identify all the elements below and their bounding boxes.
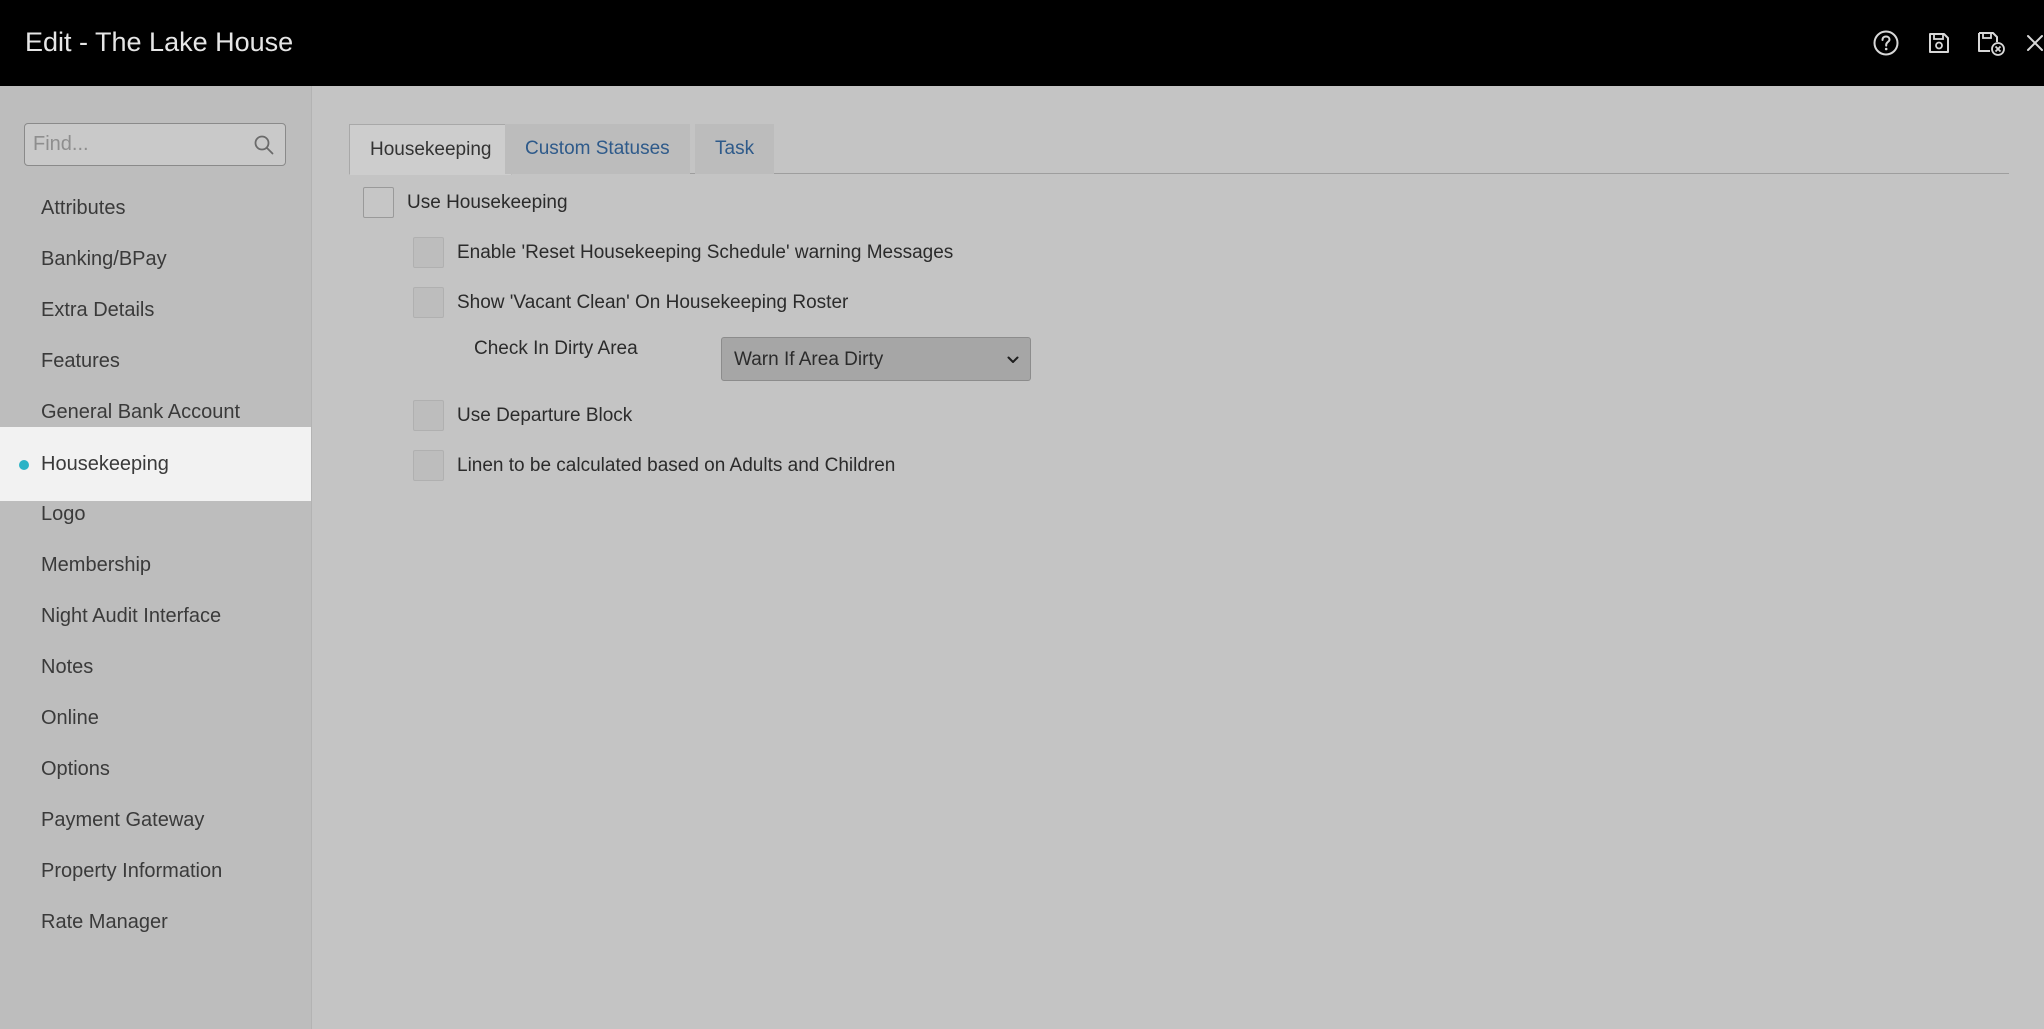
find-box: [24, 123, 286, 166]
enable-reset-warning-row: Enable 'Reset Housekeeping Schedule' war…: [413, 237, 953, 268]
check-in-dirty-area-select[interactable]: Warn If Area Dirty: [721, 337, 1031, 381]
sidebar-item-options[interactable]: Options: [0, 744, 311, 795]
tab-custom-statuses[interactable]: Custom Statuses: [505, 124, 690, 174]
active-indicator-dot: [19, 460, 29, 470]
show-vacant-clean-checkbox[interactable]: [413, 287, 444, 318]
linen-calculation-checkbox[interactable]: [413, 450, 444, 481]
close-icon[interactable]: [2009, 17, 2044, 69]
main-panel: Housekeeping Custom Statuses Task Use Ho…: [313, 86, 2044, 1029]
enable-reset-warning-checkbox[interactable]: [413, 237, 444, 268]
linen-calculation-row: Linen to be calculated based on Adults a…: [413, 450, 895, 481]
check-in-dirty-area-value: Warn If Area Dirty: [734, 349, 884, 370]
use-departure-block-checkbox[interactable]: [413, 400, 444, 431]
use-housekeeping-row: Use Housekeeping: [363, 187, 568, 218]
tab-task[interactable]: Task: [695, 124, 775, 174]
use-departure-block-row: Use Departure Block: [413, 400, 632, 431]
sidebar-item-extra-details[interactable]: Extra Details: [0, 285, 311, 336]
use-housekeeping-label: Use Housekeeping: [407, 191, 568, 213]
use-housekeeping-checkbox[interactable]: [363, 187, 394, 218]
show-vacant-clean-row: Show 'Vacant Clean' On Housekeeping Rost…: [413, 287, 848, 318]
show-vacant-clean-label: Show 'Vacant Clean' On Housekeeping Rost…: [457, 291, 849, 313]
enable-reset-warning-label: Enable 'Reset Housekeeping Schedule' war…: [457, 241, 954, 263]
sidebar-list: Attributes Banking/BPay Extra Details Fe…: [0, 183, 311, 948]
sidebar-item-notes[interactable]: Notes: [0, 642, 311, 693]
linen-calculation-label: Linen to be calculated based on Adults a…: [457, 454, 896, 476]
sidebar-item-features[interactable]: Features: [0, 336, 311, 387]
find-input[interactable]: [25, 124, 245, 165]
sidebar-item-banking-bpay[interactable]: Banking/BPay: [0, 234, 311, 285]
tab-housekeeping[interactable]: Housekeeping: [349, 124, 513, 175]
check-in-dirty-area-label: Check In Dirty Area: [474, 338, 638, 359]
sidebar-item-night-audit-interface[interactable]: Night Audit Interface: [0, 591, 311, 642]
use-departure-block-label: Use Departure Block: [457, 404, 633, 426]
sidebar-item-label: Housekeeping: [41, 453, 169, 475]
tab-bar: Housekeeping Custom Statuses Task: [349, 124, 2009, 175]
sidebar-item-property-information[interactable]: Property Information: [0, 846, 311, 897]
sidebar-item-payment-gateway[interactable]: Payment Gateway: [0, 795, 311, 846]
help-icon[interactable]: [1860, 17, 1912, 69]
sidebar-item-rate-manager[interactable]: Rate Manager: [0, 897, 311, 948]
sidebar-item-logo[interactable]: Logo: [0, 489, 311, 540]
sidebar-item-membership[interactable]: Membership: [0, 540, 311, 591]
window-header: Edit - The Lake House: [0, 0, 2044, 86]
chevron-down-icon: [1007, 356, 1019, 363]
sidebar-item-online[interactable]: Online: [0, 693, 311, 744]
save-icon[interactable]: [1913, 17, 1965, 69]
sidebar-item-attributes[interactable]: Attributes: [0, 183, 311, 234]
search-icon[interactable]: [253, 134, 275, 156]
sidebar: Attributes Banking/BPay Extra Details Fe…: [0, 86, 312, 1029]
window-title: Edit - The Lake House: [25, 27, 294, 57]
